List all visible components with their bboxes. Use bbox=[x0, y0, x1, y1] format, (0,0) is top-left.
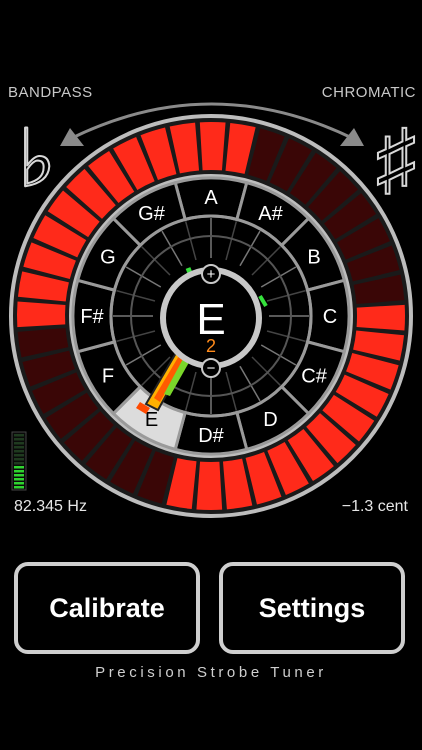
note-label: A bbox=[204, 187, 218, 209]
cents-readout: −1.3 cent bbox=[341, 498, 408, 515]
note-label: G bbox=[100, 247, 116, 269]
note-label: G# bbox=[138, 203, 166, 225]
strobe-segment bbox=[16, 301, 66, 328]
app-title: Precision Strobe Tuner bbox=[95, 664, 327, 681]
calibrate-button[interactable]: Calibrate bbox=[14, 562, 200, 654]
note-label: D# bbox=[198, 425, 224, 447]
strobe-segment bbox=[356, 304, 405, 331]
note-label: D bbox=[263, 409, 277, 431]
level-meter bbox=[11, 431, 27, 491]
sharp-icon[interactable]: ♯ bbox=[375, 113, 417, 204]
level-bar bbox=[14, 462, 24, 465]
level-bar bbox=[14, 434, 24, 437]
frequency-readout: 82.345 Hz bbox=[14, 498, 87, 515]
strobe-segment bbox=[199, 121, 226, 171]
level-bar bbox=[14, 470, 24, 473]
level-bar bbox=[14, 438, 24, 441]
current-octave: 2 bbox=[206, 336, 216, 356]
level-bar bbox=[14, 474, 24, 477]
level-bar bbox=[14, 478, 24, 481]
level-bar bbox=[14, 450, 24, 453]
level-bar bbox=[14, 482, 24, 485]
strobe-segment bbox=[196, 461, 223, 510]
level-bar bbox=[14, 466, 24, 469]
note-label: C# bbox=[301, 366, 327, 388]
plus-icon: + bbox=[207, 266, 216, 283]
arc-arrow-left-icon bbox=[60, 128, 84, 146]
settings-button[interactable]: Settings bbox=[219, 562, 405, 654]
note-label: B bbox=[307, 247, 320, 269]
level-bar bbox=[14, 454, 24, 457]
level-bar bbox=[14, 442, 24, 445]
level-bar bbox=[14, 486, 24, 489]
note-label: F bbox=[102, 366, 114, 388]
tuner-display: ♭ ♯ AA#BCC#DD#EFF#GG# E 2 + − bbox=[9, 102, 417, 518]
note-label: C bbox=[323, 306, 337, 328]
arc-arrow-right-icon bbox=[340, 128, 364, 146]
note-label: A# bbox=[258, 203, 283, 225]
note-label: F# bbox=[80, 306, 104, 328]
minus-icon: − bbox=[207, 360, 216, 377]
flat-icon[interactable]: ♭ bbox=[17, 113, 57, 204]
level-bar bbox=[14, 458, 24, 461]
level-bar bbox=[14, 446, 24, 449]
